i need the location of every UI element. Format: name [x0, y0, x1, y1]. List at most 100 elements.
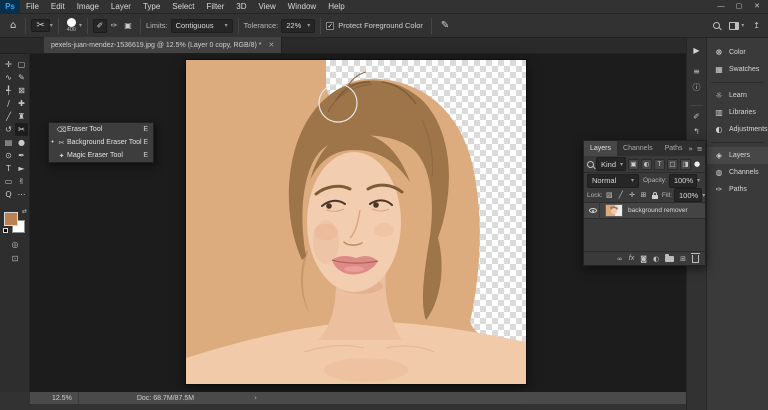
home-icon[interactable]: ⌂ — [6, 20, 20, 31]
rectangle-tool-icon[interactable]: ▭ — [2, 175, 15, 188]
filter-pixel-layers-icon[interactable]: ▣ — [628, 159, 639, 170]
delete-layer-icon[interactable] — [692, 255, 699, 263]
status-chevron-icon[interactable]: › — [254, 394, 257, 402]
type-tool-icon[interactable]: T — [2, 162, 15, 175]
swap-colors-icon[interactable]: ⇄ — [22, 208, 27, 215]
tab-close-icon[interactable]: ✕ — [268, 41, 274, 49]
menu-file[interactable]: File — [20, 0, 45, 14]
layer-thumbnail[interactable] — [605, 204, 623, 217]
sampling-once-icon[interactable]: ✑ — [107, 19, 121, 33]
dock-item-paths[interactable]: ✑ Paths — [707, 181, 768, 198]
layer-effects-icon[interactable]: fx — [629, 255, 634, 262]
edit-toolbar-icon[interactable]: ⋯ — [15, 188, 28, 201]
frame-tool-icon[interactable]: ⊠ — [15, 84, 28, 97]
brush-tool-icon[interactable]: ╱ — [2, 110, 15, 123]
layer-visibility-toggle[interactable] — [587, 202, 600, 219]
layer-row[interactable]: background remover — [584, 202, 705, 219]
menu-image[interactable]: Image — [71, 0, 105, 14]
menu-help[interactable]: Help — [322, 0, 350, 14]
expand-panels-icon[interactable]: ▶ — [693, 46, 699, 55]
fill-input[interactable]: 100% ▾ — [674, 188, 702, 202]
flyout-item-eraser-tool[interactable]: ⌫ Eraser Tool E — [49, 123, 153, 136]
foreground-color-swatch[interactable] — [4, 212, 18, 226]
quick-selection-tool-icon[interactable]: ✎ — [15, 71, 28, 84]
history-brush-tool-icon[interactable]: ↺ — [2, 123, 15, 136]
properties-icon[interactable]: ≡ — [693, 67, 700, 76]
marquee-tool-icon[interactable]: ▢ — [15, 58, 28, 71]
filter-type-layers-icon[interactable]: T — [654, 159, 665, 170]
flyout-item-magic-eraser-tool[interactable]: ✦ Magic Eraser Tool E — [49, 149, 153, 162]
dock-item-color[interactable]: ☸ Color — [707, 44, 768, 61]
quick-mask-icon[interactable]: ◎ — [2, 240, 28, 249]
tolerance-input[interactable]: 22% ▾ — [281, 19, 315, 33]
gradient-tool-icon[interactable]: ▤ — [2, 136, 15, 149]
blur-tool-icon[interactable]: ● — [15, 136, 28, 149]
brush-settings-icon[interactable]: ✐ — [693, 112, 700, 121]
dock-item-layers[interactable]: ◈ Layers — [707, 147, 768, 164]
hand-tool-icon[interactable]: ✌ — [15, 175, 28, 188]
flyout-item-background-eraser-tool[interactable]: ✂ Background Eraser Tool E — [49, 136, 153, 149]
lock-all-icon[interactable] — [652, 195, 658, 199]
minimize-button[interactable]: — — [714, 0, 728, 14]
move-tool-icon[interactable]: ✛ — [2, 58, 15, 71]
tab-channels[interactable]: Channels — [617, 141, 659, 156]
sampling-background-swatch-icon[interactable]: ▣ — [121, 19, 135, 33]
tool-preset-caret-icon[interactable]: ▾ — [50, 22, 53, 29]
share-icon[interactable]: ↥ — [753, 21, 760, 30]
tool-preset-icon[interactable]: ✂ — [31, 19, 49, 32]
collapse-panel-icon[interactable]: » — [689, 145, 693, 153]
eyedropper-tool-icon[interactable]: ∕ — [2, 97, 15, 110]
pen-tool-icon[interactable]: ✒ — [15, 149, 28, 162]
kind-filter-select[interactable]: Kind ▾ — [596, 157, 626, 171]
lock-artboard-icon[interactable]: ⊞ — [639, 191, 648, 199]
tab-layers[interactable]: Layers — [584, 141, 617, 156]
blend-mode-select[interactable]: Normal ▾ — [587, 174, 639, 188]
clone-stamp-tool-icon[interactable]: ♜ — [15, 110, 28, 123]
zoom-level-field[interactable]: 12.5% — [46, 392, 79, 404]
background-eraser-tool-icon[interactable]: ✂ — [15, 123, 28, 136]
filter-smart-objects-icon[interactable]: ◨ — [680, 159, 691, 170]
healing-brush-tool-icon[interactable]: ✚ — [15, 97, 28, 110]
close-button[interactable]: ✕ — [750, 0, 764, 14]
menu-3d[interactable]: 3D — [230, 0, 252, 14]
path-selection-tool-icon[interactable]: ► — [15, 162, 28, 175]
canvas-image[interactable] — [186, 60, 526, 384]
protect-foreground-checkbox[interactable]: ✓ — [326, 22, 334, 30]
tablet-pressure-icon[interactable]: ✎ — [437, 20, 453, 31]
filter-shape-layers-icon[interactable]: □ — [667, 159, 678, 170]
clone-source-icon[interactable]: ↰ — [693, 127, 700, 136]
default-colors-icon[interactable] — [3, 228, 8, 233]
add-layer-mask-icon[interactable]: ◙ — [640, 255, 647, 263]
panel-menu-icon[interactable]: ≡ — [697, 145, 703, 153]
dock-item-libraries[interactable]: ▥ Libraries — [707, 104, 768, 121]
filter-toggle-icon[interactable]: ● — [694, 160, 700, 168]
crop-tool-icon[interactable]: ╃ — [2, 84, 15, 97]
dodge-tool-icon[interactable]: ⊙ — [2, 149, 15, 162]
dock-item-adjustments[interactable]: ◐ Adjustments — [707, 121, 768, 138]
filter-adjustment-layers-icon[interactable]: ◐ — [641, 159, 652, 170]
zoom-tool-icon[interactable]: Q — [2, 188, 15, 201]
brush-caret-icon[interactable]: ▾ — [79, 22, 82, 29]
restore-button[interactable]: ▢ — [732, 0, 746, 14]
screen-mode-icon[interactable]: ⊡ — [2, 254, 28, 263]
menu-window[interactable]: Window — [282, 0, 322, 14]
info-icon[interactable]: ⓘ — [693, 82, 701, 93]
lasso-tool-icon[interactable]: ∿ — [2, 71, 15, 84]
tab-paths[interactable]: Paths — [659, 141, 689, 156]
menu-layer[interactable]: Layer — [105, 0, 137, 14]
link-layers-icon[interactable]: ∞ — [617, 255, 623, 263]
lock-position-icon[interactable]: ✛ — [627, 191, 636, 199]
menu-select[interactable]: Select — [166, 0, 200, 14]
lock-pixels-icon[interactable]: ╱ — [616, 191, 625, 199]
search-icon[interactable] — [713, 22, 720, 29]
opacity-input[interactable]: 100% ▾ — [669, 174, 697, 188]
new-adjustment-layer-icon[interactable]: ◐ — [653, 255, 659, 263]
new-layer-icon[interactable]: ⊞ — [680, 255, 686, 263]
layer-name[interactable]: background remover — [628, 207, 688, 214]
menu-filter[interactable]: Filter — [201, 0, 231, 14]
menu-edit[interactable]: Edit — [45, 0, 71, 14]
new-group-icon[interactable] — [665, 256, 674, 262]
dock-item-swatches[interactable]: ▦ Swatches — [707, 61, 768, 78]
dock-item-learn[interactable]: ☼ Learn — [707, 87, 768, 104]
dock-item-channels[interactable]: ◍ Channels — [707, 164, 768, 181]
